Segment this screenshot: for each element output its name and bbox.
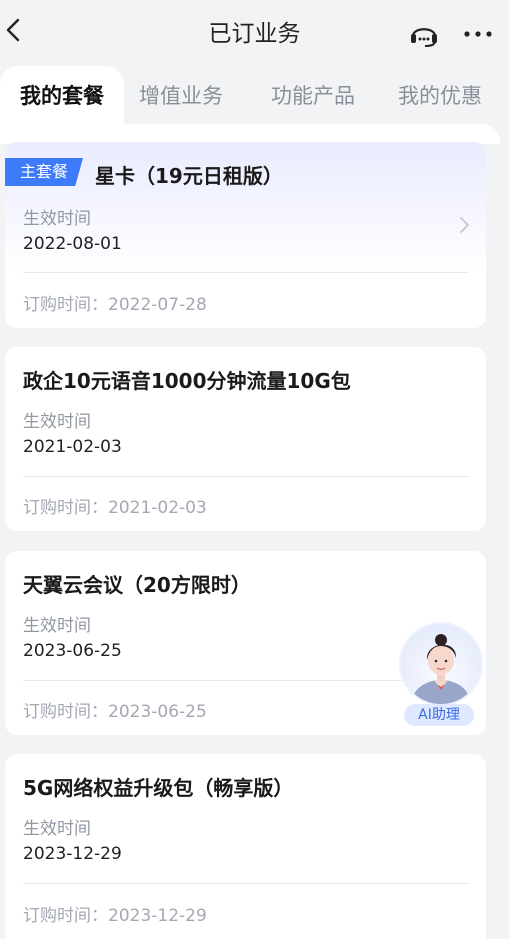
more-dots-icon[interactable] xyxy=(462,24,494,44)
package-card[interactable]: 政企10元语音1000分钟流量10G包 生效时间 2021-02-03 订购时间… xyxy=(5,347,486,531)
package-title: 5G网络权益升级包（畅享版） xyxy=(23,776,294,800)
customer-service-icon[interactable] xyxy=(408,20,440,48)
tab-value-added[interactable]: 增值业务 xyxy=(126,66,236,126)
tab-my-plan[interactable]: 我的套餐 xyxy=(0,66,124,126)
effective-date: 2023-12-29 xyxy=(23,844,122,864)
tab-my-offers[interactable]: 我的优惠 xyxy=(385,66,495,126)
order-time: 订购时间：2021-02-03 xyxy=(23,498,207,518)
divider xyxy=(23,272,469,273)
effective-date: 2021-02-03 xyxy=(23,437,122,457)
tab-function-products[interactable]: 功能产品 xyxy=(258,66,368,126)
order-time: 订购时间：2022-07-28 xyxy=(23,295,207,315)
effective-label: 生效时间 xyxy=(23,616,91,636)
main-plan-badge: 主套餐 xyxy=(5,158,83,186)
top-nav-bar: 已订业务 xyxy=(0,0,509,62)
package-card-main[interactable]: 主套餐 星卡（19元日租版） 生效时间 2022-08-01 订购时间：2022… xyxy=(5,142,486,328)
content-panel-top xyxy=(0,124,500,144)
order-time: 订购时间：2023-12-29 xyxy=(23,906,207,926)
assistant-avatar xyxy=(399,622,483,706)
ai-assistant-label: AI助理 xyxy=(404,704,474,726)
divider xyxy=(23,476,469,477)
effective-date: 2022-08-01 xyxy=(23,234,122,254)
effective-label: 生效时间 xyxy=(23,412,91,432)
package-title: 星卡（19元日租版） xyxy=(95,164,283,188)
ai-assistant-button[interactable]: AI助理 xyxy=(396,620,484,728)
divider xyxy=(23,883,469,884)
avatar-icon xyxy=(411,634,471,704)
effective-label: 生效时间 xyxy=(23,819,91,839)
package-title: 天翼云会议（20方限时） xyxy=(23,573,251,597)
package-card[interactable]: 5G网络权益升级包（畅享版） 生效时间 2023-12-29 订购时间：2023… xyxy=(5,754,486,939)
package-title: 政企10元语音1000分钟流量10G包 xyxy=(23,369,351,393)
chevron-right-icon[interactable] xyxy=(458,216,470,234)
order-time: 订购时间：2023-06-25 xyxy=(23,702,207,722)
tab-bar: 我的套餐 增值业务 功能产品 我的优惠 xyxy=(0,66,509,126)
effective-date: 2023-06-25 xyxy=(23,641,122,661)
effective-label: 生效时间 xyxy=(23,209,91,229)
